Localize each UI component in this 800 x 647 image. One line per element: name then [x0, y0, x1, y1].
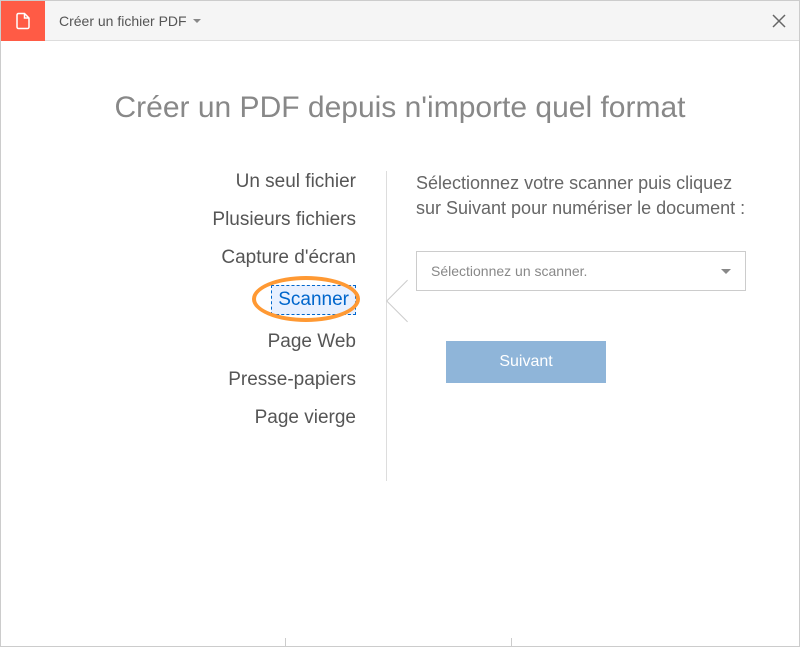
dialog-window: Créer un fichier PDF Créer un PDF depuis…: [0, 0, 800, 647]
bottom-border: [1, 638, 799, 646]
detail-panel: Sélectionnez votre scanner puis cliquez …: [386, 171, 759, 429]
option-scanner-label: Scanner: [278, 289, 349, 310]
columns-layout: Un seul fichier Plusieurs fichiers Captu…: [41, 171, 759, 429]
scanner-select[interactable]: Sélectionnez un scanner.: [416, 251, 746, 291]
instruction-text: Sélectionnez votre scanner puis cliquez …: [416, 171, 759, 221]
option-screenshot[interactable]: Capture d'écran: [221, 247, 356, 269]
chevron-down-icon: [193, 19, 201, 23]
pdf-file-icon: [1, 1, 45, 41]
close-button[interactable]: [759, 1, 799, 41]
main-content: Créer un PDF depuis n'importe quel forma…: [1, 41, 799, 646]
close-icon: [772, 14, 786, 28]
options-list: Un seul fichier Plusieurs fichiers Captu…: [41, 171, 386, 429]
header-title: Créer un fichier PDF: [59, 13, 187, 29]
next-button[interactable]: Suivant: [446, 341, 606, 383]
header-bar: Créer un fichier PDF: [1, 1, 799, 41]
option-multiple-files[interactable]: Plusieurs fichiers: [212, 209, 356, 231]
chevron-down-icon: [721, 269, 731, 274]
vertical-divider: [386, 171, 387, 481]
option-clipboard[interactable]: Presse-papiers: [228, 369, 356, 391]
header-dropdown[interactable]: Créer un fichier PDF: [45, 13, 759, 29]
option-web-page[interactable]: Page Web: [268, 331, 356, 353]
option-scanner[interactable]: Scanner: [271, 285, 356, 315]
page-title: Créer un PDF depuis n'importe quel forma…: [41, 91, 759, 125]
option-blank-page[interactable]: Page vierge: [255, 407, 356, 429]
select-placeholder: Sélectionnez un scanner.: [431, 263, 721, 279]
option-single-file[interactable]: Un seul fichier: [236, 171, 356, 193]
